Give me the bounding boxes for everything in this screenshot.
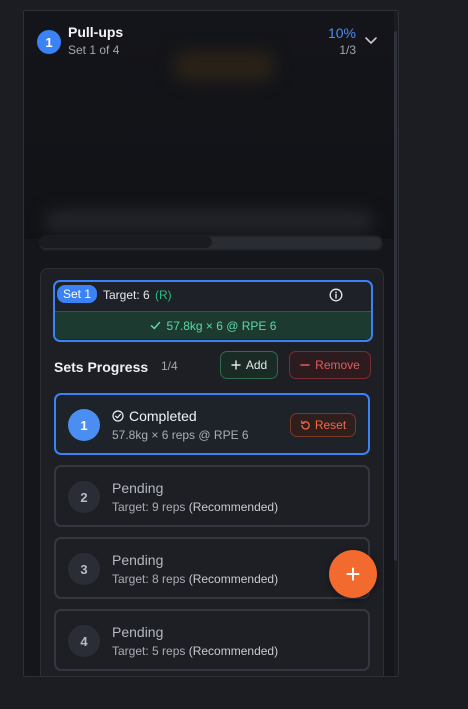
target-label: Target: 6 — [103, 288, 150, 302]
set-target: Target: 8 reps — [112, 572, 186, 586]
set-row-4[interactable]: 4 Pending Target: 5 reps (Recommended) — [54, 609, 370, 671]
chevron-down-icon[interactable] — [364, 33, 378, 47]
scrollbar-track[interactable] — [394, 11, 398, 676]
reset-set-button[interactable]: Reset — [290, 413, 356, 437]
set-recommended: (Recommended) — [188, 500, 279, 514]
sets-card: Set 1 Target: 6 (R) 57.8kg × 6 @ RPE 6 S… — [40, 268, 384, 676]
exercise-number-badge: 1 — [37, 30, 61, 54]
add-set-button[interactable]: Add — [220, 351, 278, 379]
minus-icon — [300, 364, 310, 366]
set-number: 3 — [68, 553, 100, 585]
set-row-2[interactable]: 2 Pending Target: 9 reps (Recommended) — [54, 465, 370, 527]
set-number: 2 — [68, 481, 100, 513]
exercise-header[interactable]: 1 Pull-ups Set 1 of 4 10% 1/3 — [24, 11, 394, 239]
set-recommended: (Recommended) — [188, 572, 279, 586]
scrollbar-thumb[interactable] — [394, 31, 397, 561]
set-target: Target: 9 reps — [112, 500, 186, 514]
exercise-set-subtitle: Set 1 of 4 — [68, 43, 120, 57]
blurred-background — [44, 211, 374, 231]
set-status: Pending — [112, 552, 164, 568]
set-target: Target: 5 reps — [112, 644, 186, 658]
set-row-1[interactable]: 1 Completed 57.8kg × 6 reps @ RPE 6 Rese… — [54, 393, 370, 455]
plus-icon: + — [345, 559, 361, 589]
set-number: 1 — [68, 409, 100, 441]
set-row-3[interactable]: 3 Pending Target: 8 reps (Recommended) — [54, 537, 370, 599]
set-result-text: 57.8kg × 6 @ RPE 6 — [166, 318, 277, 333]
target-recommended-flag: (R) — [155, 288, 172, 302]
floating-add-button[interactable]: + — [329, 550, 377, 598]
plus-icon — [231, 360, 241, 370]
exercise-count: 1/3 — [339, 43, 356, 57]
set-detail: Target: 5 reps (Recommended) — [112, 644, 278, 658]
set-status: Pending — [112, 480, 164, 496]
current-set-card[interactable]: Set 1 Target: 6 (R) 57.8kg × 6 @ RPE 6 — [53, 280, 373, 342]
set-detail: Target: 9 reps (Recommended) — [112, 500, 278, 514]
collapsed-card-inner — [40, 236, 212, 248]
set-status-label: Completed — [129, 408, 197, 424]
set-status: Pending — [112, 624, 164, 640]
reset-set-label: Reset — [314, 418, 347, 432]
set-chip: Set 1 — [57, 285, 98, 303]
set-status: Completed — [112, 408, 197, 424]
info-icon[interactable] — [329, 288, 343, 302]
set-detail: Target: 8 reps (Recommended) — [112, 572, 278, 586]
current-set-header: Set 1 Target: 6 (R) — [55, 282, 371, 310]
check-icon — [150, 321, 160, 330]
exercise-title: Pull-ups — [68, 24, 124, 40]
set-result-bar: 57.8kg × 6 @ RPE 6 — [55, 311, 371, 339]
blurred-background — [174, 51, 274, 81]
reset-icon — [300, 420, 310, 430]
exercise-progress-percent: 10% — [327, 25, 356, 41]
sets-progress-title: Sets Progress — [54, 359, 149, 375]
remove-set-label: Remove — [315, 358, 360, 372]
remove-set-button[interactable]: Remove — [289, 351, 371, 379]
check-circle-icon — [112, 410, 124, 422]
sets-progress-count: 1/4 — [161, 359, 178, 373]
set-number: 4 — [68, 625, 100, 657]
set-detail: 57.8kg × 6 reps @ RPE 6 — [112, 428, 249, 442]
set-recommended: (Recommended) — [188, 644, 279, 658]
add-set-label: Add — [245, 358, 268, 372]
